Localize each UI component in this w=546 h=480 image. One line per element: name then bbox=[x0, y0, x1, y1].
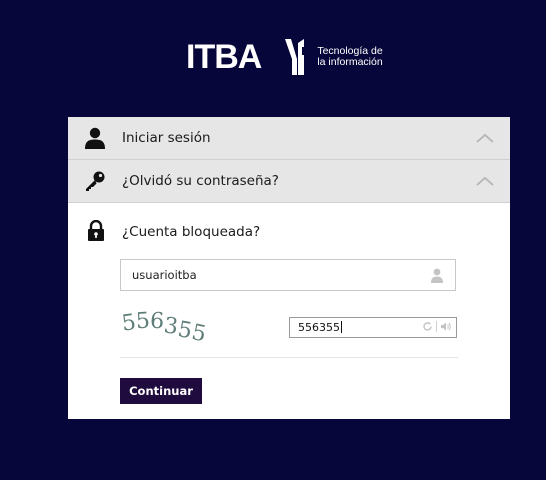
username-field[interactable]: usuarioitba bbox=[120, 259, 456, 291]
refresh-icon[interactable] bbox=[422, 321, 433, 332]
user-icon bbox=[83, 126, 107, 150]
captcha-input[interactable]: 556355 bbox=[289, 317, 457, 338]
user-icon bbox=[431, 268, 443, 283]
chevron-up-icon[interactable] bbox=[476, 176, 494, 186]
username-value: usuarioitba bbox=[132, 268, 197, 282]
accordion-item-forgot-password[interactable]: ¿Olvidó su contraseña? bbox=[68, 160, 510, 203]
form-divider bbox=[120, 357, 458, 358]
audio-icon[interactable] bbox=[440, 321, 451, 332]
brand-logo: ITBA Tecnología de la información bbox=[186, 36, 397, 78]
continue-button[interactable]: Continuar bbox=[120, 378, 202, 404]
brand-subtitle: Tecnología de la información bbox=[317, 46, 397, 68]
captcha-controls bbox=[422, 321, 451, 332]
svg-text:5: 5 bbox=[135, 308, 151, 334]
separator bbox=[436, 321, 437, 332]
key-icon bbox=[83, 169, 107, 193]
captcha-value: 556355 bbox=[298, 321, 342, 334]
captcha-image: 5 5 6 3 5 5 bbox=[120, 308, 208, 346]
brand-subtitle-line2: la información bbox=[317, 56, 383, 68]
chevron-up-icon[interactable] bbox=[476, 133, 494, 143]
brand-name: ITBA bbox=[186, 38, 262, 76]
accordion-item-login-label: Iniciar sesión bbox=[122, 130, 211, 146]
brand-mark-icon bbox=[285, 39, 308, 75]
accordion-item-forgot-password-label: ¿Olvidó su contraseña? bbox=[122, 173, 279, 189]
accordion-item-login[interactable]: Iniciar sesión bbox=[68, 117, 510, 160]
lock-icon bbox=[87, 219, 105, 246]
section-title-locked-account: ¿Cuenta bloqueada? bbox=[122, 224, 261, 240]
